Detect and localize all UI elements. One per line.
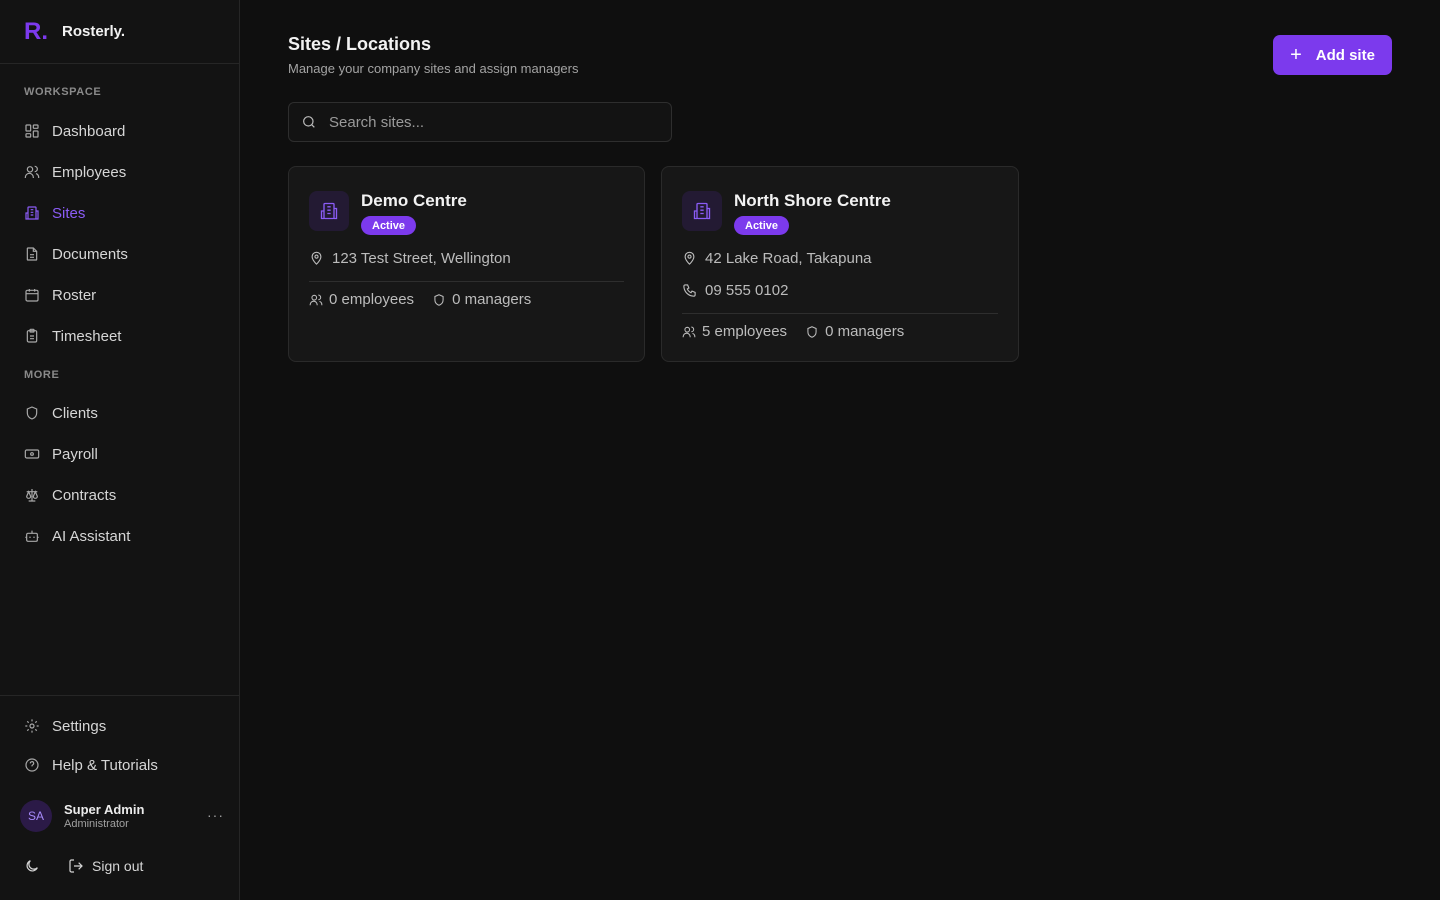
- calendar-icon: [24, 287, 40, 303]
- plus-icon: +: [1290, 44, 1302, 66]
- banknote-icon: [24, 446, 40, 462]
- site-stats: 5 employees 0 managers: [682, 323, 922, 340]
- logo-mark: R.: [24, 17, 48, 45]
- sidebar-item-settings[interactable]: Settings: [12, 708, 228, 744]
- sidebar-item-employees[interactable]: Employees: [12, 154, 228, 190]
- site-name: Demo Centre: [361, 191, 467, 210]
- page-title: Sites / Locations: [288, 34, 432, 54]
- sidebar-item-label: Contracts: [52, 486, 117, 504]
- site-card-demo-centre[interactable]: Demo Centre Active 123 Test Street, Well…: [288, 166, 645, 362]
- more-section-label: MORE: [24, 369, 60, 381]
- status-badge: Active: [361, 216, 417, 235]
- dashboard-icon: [24, 123, 40, 139]
- add-site-button[interactable]: + Add site: [1273, 35, 1392, 75]
- bot-icon: [24, 528, 40, 544]
- user-role: Administrator: [64, 818, 129, 830]
- document-icon: [24, 246, 40, 262]
- phone-icon: [683, 284, 696, 297]
- card-divider: [309, 281, 624, 282]
- site-address: 123 Test Street, Wellington: [309, 250, 511, 267]
- clipboard-icon: [24, 328, 40, 344]
- sidebar-item-roster[interactable]: Roster: [12, 277, 228, 313]
- employee-count-text: 0 employees: [329, 291, 415, 308]
- user-profile[interactable]: SA Super Admin Administrator ···: [20, 800, 228, 832]
- manager-count-text: 0 managers: [825, 323, 905, 340]
- sidebar-item-label: Timesheet: [52, 327, 122, 345]
- sidebar-item-label: Clients: [52, 404, 98, 422]
- sidebar-divider: [0, 695, 239, 696]
- main-content: Sites / Locations Manage your company si…: [240, 0, 1440, 900]
- phone-text: 09 555 0102: [705, 282, 789, 299]
- manager-count-text: 0 managers: [452, 291, 532, 308]
- workspace-section-label: WORKSPACE: [24, 86, 102, 98]
- sidebar-item-label: Settings: [52, 717, 107, 735]
- map-pin-icon: [311, 251, 322, 265]
- sidebar-item-sites[interactable]: Sites: [12, 195, 228, 231]
- site-stats: 0 employees 0 managers: [309, 291, 549, 308]
- shield-icon: [24, 405, 40, 421]
- shield-icon: [807, 325, 817, 338]
- manager-count: 0 managers: [432, 291, 531, 308]
- sidebar-item-contracts[interactable]: Contracts: [12, 477, 228, 513]
- search-box: [288, 102, 672, 142]
- site-card-north-shore-centre[interactable]: North Shore Centre Active 42 Lake Road, …: [661, 166, 1019, 362]
- sidebar-item-label: AI Assistant: [52, 527, 131, 545]
- site-address: 42 Lake Road, Takapuna: [682, 250, 872, 267]
- search-input[interactable]: [329, 113, 659, 131]
- avatar: SA: [20, 800, 52, 832]
- manager-count: 0 managers: [805, 323, 904, 340]
- page-subtitle: Manage your company sites and assign man…: [288, 61, 579, 76]
- more-options-icon[interactable]: ···: [207, 807, 224, 823]
- theme-toggle-moon-icon[interactable]: [24, 858, 40, 874]
- users-icon: [682, 326, 696, 337]
- sign-out-button[interactable]: Sign out: [68, 858, 143, 874]
- shield-icon: [434, 293, 444, 306]
- sidebar-item-help[interactable]: Help & Tutorials: [12, 747, 228, 783]
- sidebar-item-label: Documents: [52, 245, 128, 263]
- brand[interactable]: R. Rosterly.: [0, 0, 239, 64]
- address-text: 123 Test Street, Wellington: [332, 250, 511, 267]
- help-circle-icon: [24, 757, 40, 773]
- building-icon: [24, 205, 40, 221]
- app-name: Rosterly.: [62, 23, 126, 40]
- sidebar-item-ai-assistant[interactable]: AI Assistant: [12, 518, 228, 554]
- user-name: Super Admin: [64, 802, 145, 817]
- status-badge: Active: [734, 216, 790, 235]
- sidebar-footer: Sign out: [24, 858, 143, 874]
- sidebar-item-payroll[interactable]: Payroll: [12, 436, 228, 472]
- building-icon: [682, 191, 722, 231]
- sidebar-item-label: Sites: [52, 204, 86, 222]
- scale-icon: [24, 487, 40, 503]
- map-pin-icon: [684, 251, 695, 265]
- sign-out-icon: [69, 859, 83, 873]
- search-icon: [303, 116, 315, 128]
- building-icon: [309, 191, 349, 231]
- site-phone: 09 555 0102: [682, 282, 788, 299]
- sidebar-item-label: Roster: [52, 286, 97, 304]
- site-name: North Shore Centre: [734, 191, 891, 210]
- users-icon: [24, 164, 40, 180]
- sidebar-item-label: Dashboard: [52, 122, 126, 140]
- sidebar-item-label: Help & Tutorials: [52, 756, 158, 774]
- sidebar-item-clients[interactable]: Clients: [12, 395, 228, 431]
- sidebar-item-documents[interactable]: Documents: [12, 236, 228, 272]
- sidebar: R. Rosterly. WORKSPACE Dashboard Employe…: [0, 0, 240, 900]
- sign-out-label: Sign out: [92, 858, 144, 874]
- sidebar-item-label: Employees: [52, 163, 127, 181]
- employee-count: 5 employees: [682, 323, 787, 340]
- sidebar-item-timesheet[interactable]: Timesheet: [12, 318, 228, 354]
- add-site-label: Add site: [1315, 46, 1375, 64]
- employee-count-text: 5 employees: [702, 323, 788, 340]
- employee-count: 0 employees: [309, 291, 414, 308]
- card-divider: [682, 313, 998, 314]
- sidebar-item-dashboard[interactable]: Dashboard: [12, 113, 228, 149]
- users-icon: [309, 294, 323, 305]
- gear-icon: [24, 718, 40, 734]
- address-text: 42 Lake Road, Takapuna: [705, 250, 872, 267]
- sidebar-item-label: Payroll: [52, 445, 98, 463]
